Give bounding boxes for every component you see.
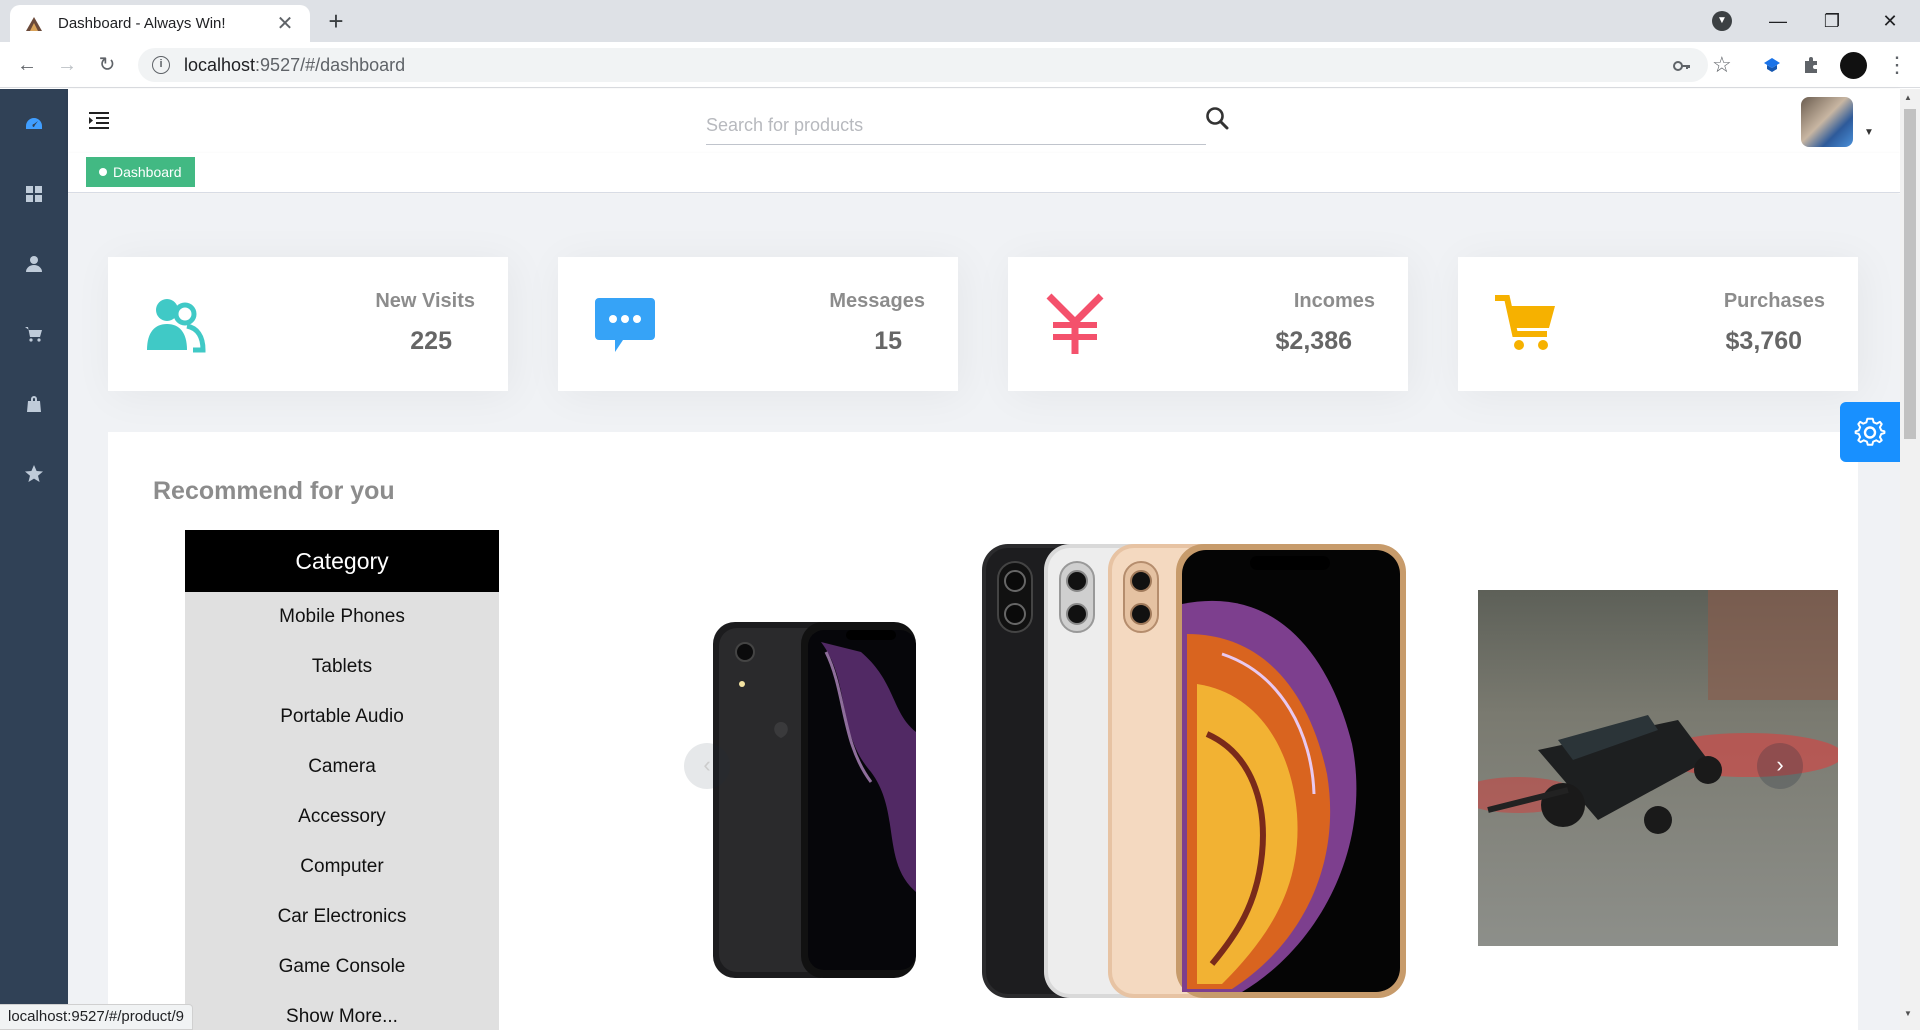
profile-avatar[interactable] — [1840, 52, 1867, 79]
user-avatar[interactable] — [1801, 97, 1853, 147]
message-icon — [595, 298, 655, 352]
extension-shield-icon[interactable] — [1761, 55, 1783, 77]
main-content: New Visits 225 Messages 15 Incomes $2,38… — [68, 194, 1900, 1030]
sidebar-item-favorites[interactable] — [0, 454, 68, 494]
reload-button[interactable]: ↻ — [92, 50, 122, 80]
browser-menu-icon[interactable]: ⋮ — [1886, 52, 1908, 78]
recommend-title: Recommend for you — [153, 477, 395, 505]
category-item-portable-audio[interactable]: Portable Audio — [185, 704, 499, 754]
component-icon — [26, 186, 42, 202]
sidebar-item-dashboard[interactable] — [0, 104, 68, 144]
search-icon[interactable] — [1204, 105, 1230, 131]
card-label: New Visits — [375, 290, 475, 312]
dashboard-icon — [26, 118, 42, 129]
scroll-thumb[interactable] — [1904, 109, 1916, 439]
carousel-prev-arrow[interactable]: ‹ — [684, 743, 730, 789]
tab-search-icon[interactable]: ▼ — [1712, 11, 1732, 31]
new-tab-button[interactable]: + — [322, 8, 350, 34]
category-item-computer[interactable]: Computer — [185, 854, 499, 904]
card-messages[interactable]: Messages 15 — [558, 257, 958, 391]
link-status-bar: localhost:9527/#/product/9 — [0, 1004, 193, 1030]
category-item-car-electronics[interactable]: Car Electronics — [185, 904, 499, 954]
url-path: :9527/#/dashboard — [255, 54, 406, 75]
category-item-show-more[interactable]: Show More... — [185, 1004, 499, 1030]
card-value: 15 — [874, 327, 902, 355]
carousel-next-arrow[interactable]: › — [1757, 743, 1803, 789]
scroll-down-icon[interactable]: ▼ — [1904, 1009, 1912, 1018]
product-carousel: ‹ › — [578, 530, 1848, 1030]
category-list: Mobile Phones Tablets Portable Audio Cam… — [185, 592, 499, 1030]
category-item-tablets[interactable]: Tablets — [185, 654, 499, 704]
site-info-icon[interactable]: i — [152, 56, 170, 74]
sidebar-item-user[interactable] — [0, 244, 68, 284]
settings-button[interactable] — [1840, 402, 1900, 462]
card-incomes[interactable]: Incomes $2,386 — [1008, 257, 1408, 391]
gear-icon — [1854, 417, 1886, 446]
card-value: $3,760 — [1725, 327, 1802, 355]
back-button[interactable]: ← — [12, 50, 42, 80]
restore-button[interactable]: ❐ — [1812, 6, 1852, 36]
card-value: 225 — [410, 327, 452, 355]
extensions-puzzle-icon[interactable] — [1800, 55, 1822, 77]
tab-close-icon[interactable]: ✕ — [274, 11, 296, 36]
url-text: localhost:9527/#/dashboard — [184, 55, 405, 76]
hamburger-icon[interactable] — [88, 109, 110, 131]
recommend-panel: Recommend for you Category Mobile Phones… — [108, 432, 1858, 1030]
card-label: Purchases — [1723, 290, 1825, 312]
card-new-visits[interactable]: New Visits 225 — [108, 257, 508, 391]
category-menu: Category Mobile Phones Tablets Portable … — [185, 530, 499, 1030]
page-scrollbar[interactable]: ▲ ▼ — [1900, 89, 1920, 1030]
card-label: Messages — [829, 290, 925, 312]
tag-label: Dashboard — [113, 164, 182, 180]
close-window-button[interactable]: ✕ — [1870, 6, 1910, 36]
browser-toolbar: ← → ↻ i localhost:9527/#/dashboard ☆ ⋮ — [0, 42, 1920, 88]
search-field — [706, 107, 1206, 145]
search-input[interactable] — [706, 107, 1166, 143]
sidebar-item-orders[interactable] — [0, 384, 68, 424]
product-image-iphone-xs[interactable] — [982, 544, 1406, 998]
forward-button[interactable]: → — [52, 50, 82, 80]
browser-tab[interactable]: Dashboard - Always Win! ✕ — [10, 5, 310, 42]
shopping-bag-icon — [27, 396, 41, 412]
bookmark-star-icon[interactable]: ☆ — [1712, 52, 1732, 78]
minimize-button[interactable]: — — [1758, 6, 1798, 36]
category-item-game-console[interactable]: Game Console — [185, 954, 499, 1004]
address-bar[interactable]: i localhost:9527/#/dashboard — [138, 48, 1708, 82]
card-label: Incomes — [1293, 290, 1375, 312]
category-item-mobile-phones[interactable]: Mobile Phones — [185, 604, 499, 654]
cart-icon — [25, 327, 42, 342]
tag-dashboard[interactable]: Dashboard — [86, 157, 195, 187]
card-value: $2,386 — [1275, 327, 1352, 355]
category-item-camera[interactable]: Camera — [185, 754, 499, 804]
peoples-icon — [147, 299, 206, 353]
caret-down-icon[interactable]: ▼ — [1864, 127, 1874, 138]
browser-tab-bar: Dashboard - Always Win! ✕ + ▼ — ❐ ✕ — [0, 0, 1920, 42]
star-icon — [25, 465, 43, 482]
category-item-accessory[interactable]: Accessory — [185, 804, 499, 854]
sidebar-item-components[interactable] — [0, 174, 68, 214]
user-icon — [26, 256, 42, 272]
card-purchases[interactable]: Purchases $3,760 — [1458, 257, 1858, 391]
product-image-iphone-xr[interactable] — [711, 622, 916, 980]
sidebar-item-cart[interactable] — [0, 314, 68, 354]
tab-title: Dashboard - Always Win! — [58, 15, 226, 32]
url-host: localhost — [184, 54, 256, 75]
top-navbar: ▼ — [68, 89, 1900, 153]
tags-view: Dashboard — [68, 153, 1900, 193]
sidebar — [0, 89, 68, 1030]
scroll-up-icon[interactable]: ▲ — [1904, 93, 1912, 102]
favicon-icon — [24, 14, 46, 34]
active-dot-icon — [99, 168, 107, 176]
category-header: Category — [185, 530, 499, 592]
money-yen-icon — [1046, 293, 1104, 354]
shopping-cart-icon — [1495, 295, 1555, 350]
password-key-icon[interactable] — [1672, 56, 1692, 81]
